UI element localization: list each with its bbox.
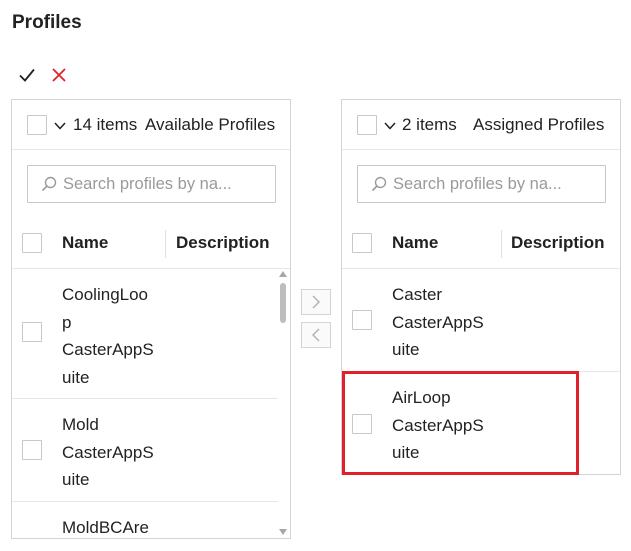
confirm-button[interactable] xyxy=(16,64,38,86)
profile-name: MoldBCAre xyxy=(62,518,149,537)
profile-name: CoolingLoo p CasterAppS uite xyxy=(62,285,154,387)
assigned-column-header: Name Description xyxy=(342,219,620,269)
chevron-down-icon[interactable] xyxy=(54,122,66,130)
available-profiles-panel: 14 items Available Profiles Name Descrip… xyxy=(11,99,291,539)
scroll-up-icon[interactable] xyxy=(279,271,287,277)
profile-name: Mold CasterAppS uite xyxy=(62,415,154,489)
assigned-search-input[interactable] xyxy=(393,174,593,194)
move-right-button[interactable] xyxy=(301,289,331,315)
profile-name: AirLoop CasterAppS uite xyxy=(392,388,484,462)
available-count: 14 items xyxy=(73,115,138,134)
cancel-button[interactable] xyxy=(48,64,70,86)
assigned-search-box[interactable] xyxy=(357,165,606,203)
action-bar xyxy=(16,64,70,86)
row-checkbox[interactable] xyxy=(22,322,42,342)
table-row[interactable]: MoldBCAre xyxy=(12,502,278,538)
description-column-header[interactable]: Description xyxy=(176,233,270,253)
checkmark-icon xyxy=(19,68,35,82)
available-search-box[interactable] xyxy=(27,165,276,203)
assigned-count: 2 items xyxy=(402,115,457,134)
profile-name: Caster CasterAppS uite xyxy=(392,285,484,359)
table-row[interactable]: Caster CasterAppS uite xyxy=(342,269,620,372)
table-row[interactable]: CoolingLoo p CasterAppS uite xyxy=(12,269,278,399)
vertical-scrollbar[interactable] xyxy=(278,271,288,535)
assigned-panel-header: 2 items Assigned Profiles xyxy=(342,100,620,150)
table-row[interactable]: AirLoop CasterAppS uite xyxy=(342,372,620,474)
search-icon xyxy=(41,176,57,192)
row-checkbox[interactable] xyxy=(352,310,372,330)
description-column-header[interactable]: Description xyxy=(511,233,605,253)
row-checkbox[interactable] xyxy=(352,414,372,434)
row-checkbox[interactable] xyxy=(22,440,42,460)
scroll-down-icon[interactable] xyxy=(279,529,287,535)
name-column-header[interactable]: Name xyxy=(62,233,108,253)
assigned-panel-title: Assigned Profiles xyxy=(473,115,605,134)
move-left-button[interactable] xyxy=(301,322,331,348)
assigned-header-checkbox[interactable] xyxy=(352,233,372,253)
page-title: Profiles xyxy=(12,12,82,33)
chevron-left-icon xyxy=(312,328,320,342)
chevron-right-icon xyxy=(312,295,320,309)
chevron-down-icon[interactable] xyxy=(384,122,396,130)
available-select-all-checkbox[interactable] xyxy=(27,115,47,135)
column-divider[interactable] xyxy=(501,230,502,258)
table-row[interactable]: Mold CasterAppS uite xyxy=(12,399,278,502)
available-panel-header: 14 items Available Profiles xyxy=(12,100,290,150)
available-panel-title: Available Profiles xyxy=(145,115,276,134)
close-icon xyxy=(52,68,66,82)
scroll-thumb[interactable] xyxy=(280,283,286,323)
search-icon xyxy=(371,176,387,192)
assigned-profiles-panel: 2 items Assigned Profiles Name Descripti… xyxy=(341,99,621,475)
available-search-input[interactable] xyxy=(63,174,263,194)
available-header-checkbox[interactable] xyxy=(22,233,42,253)
name-column-header[interactable]: Name xyxy=(392,233,438,253)
column-divider[interactable] xyxy=(165,230,166,258)
assigned-select-all-checkbox[interactable] xyxy=(357,115,377,135)
available-column-header: Name Description xyxy=(12,219,290,269)
